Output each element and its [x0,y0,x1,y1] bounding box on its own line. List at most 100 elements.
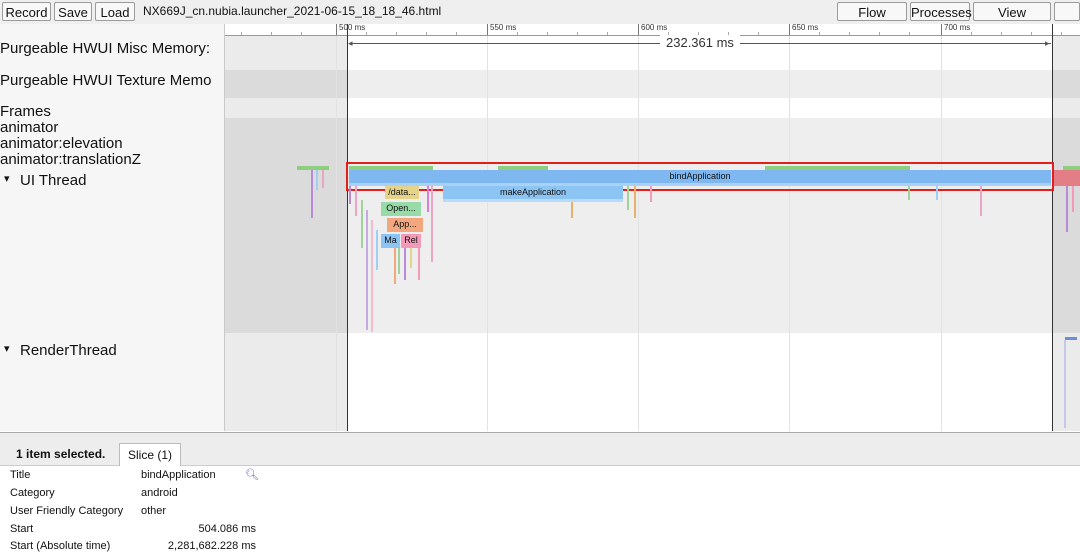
ruler-minor-tick [456,32,457,35]
slice-open[interactable]: Open... [381,202,421,216]
ruler-tick-label: 500 ms [339,23,366,32]
ruler-minor-tick [1031,32,1032,35]
search-icon[interactable]: 🔍︎ [245,468,259,481]
slice-sliver[interactable] [404,248,406,280]
grid-line [638,36,639,431]
slice-sliver[interactable] [650,186,652,202]
detail-key-title: Title [10,469,31,481]
slice-sliver[interactable] [627,186,629,210]
tab-slice[interactable]: Slice (1) [119,443,181,466]
ruler-minor-tick [426,32,427,35]
slice-app[interactable]: App... [387,218,423,232]
slice-sliver[interactable] [311,170,313,218]
slice-sliver[interactable] [936,186,938,200]
ruler-minor-tick [971,32,972,35]
view-options-button[interactable]: View Options [973,2,1051,39]
slice-sliver[interactable] [410,248,412,268]
detail-value-title: bindApplication [141,469,216,481]
slice-sliver[interactable] [371,220,373,332]
flow-events-button[interactable]: Flow events [837,2,907,39]
detail-value-start-absolute: 2,281,682.228 ms [167,540,256,552]
slice-make-application-shadow [443,199,623,202]
slice-sliver[interactable] [398,248,400,274]
ruler-minor-tick [577,32,578,35]
slice-sliver[interactable] [376,230,378,270]
slice-ma[interactable]: Ma [381,234,400,248]
ui-thread-expand-icon[interactable]: ▾ [4,172,10,185]
ruler-minor-tick [879,32,880,35]
slice-sliver[interactable] [322,170,324,188]
selection-end-line[interactable] [1052,24,1053,431]
ruler-tick [789,24,790,35]
grid-line [336,36,337,431]
slice-sliver[interactable] [355,186,357,216]
slice-sliver[interactable] [1072,186,1074,212]
renderthread-slice[interactable] [1065,337,1077,340]
duration-arrow-left-icon: ◂ [348,38,353,48]
ruler-minor-tick [366,32,367,35]
ruler-minor-tick [517,32,518,35]
track-texture-memory [225,70,1080,98]
track-renderthread [225,333,1080,431]
unselected-shade-right [1053,36,1080,431]
detail-key-user-friendly-category: User Friendly Category [10,505,124,517]
slice-sliver[interactable] [349,186,351,204]
ruler-tick-label: 550 ms [490,23,517,32]
slice-sliver[interactable] [980,186,982,216]
renderthread-expand-icon[interactable]: ▾ [4,342,10,355]
slice-sliver[interactable] [394,248,396,284]
detail-key-category: Category [10,487,55,499]
slice-sliver[interactable] [571,202,573,218]
record-button[interactable]: Record [2,2,51,21]
detail-key-start-absolute: Start (Absolute time) [10,540,111,552]
track-label-frames: Frames [0,103,51,120]
slice-strip[interactable] [297,166,329,170]
time-ruler[interactable]: 500 ms 550 ms 600 ms 650 ms 700 ms [225,23,1080,36]
selection-duration-label: 232.361 ms [660,35,740,50]
track-label-animator-elevation: animator:elevation [0,135,123,152]
slice-data[interactable]: /data... [385,186,419,199]
ruler-minor-tick [607,32,608,35]
toolbar-extra-button[interactable] [1054,2,1080,21]
track-frames [225,98,1080,118]
slice-sliver[interactable] [366,210,368,330]
ruler-minor-tick [301,32,302,35]
toolbar: Record Save Load NX669J_cn.nubia.launche… [0,0,1080,39]
slice-next[interactable] [1053,170,1080,186]
grid-line [487,36,488,431]
detail-value-user-friendly-category: other [141,505,167,517]
slice-sliver[interactable] [361,200,363,248]
track-ui-thread [225,118,1080,333]
track-labels: Purgeable HWUI Misc Memory: Purgeable HW… [0,24,225,431]
selection-start-line[interactable] [347,24,348,431]
slice-sliver[interactable] [418,248,420,280]
processes-button[interactable]: Processes [910,2,972,21]
detail-value-category: android [141,487,178,499]
save-button[interactable]: Save [54,2,92,21]
ruler-tick-label: 650 ms [792,23,819,32]
track-label-renderthread[interactable]: RenderThread [20,342,117,359]
ruler-minor-tick [241,32,242,35]
slice-sliver[interactable] [1066,186,1068,232]
slice-sliver[interactable] [316,170,318,190]
track-label-texture-memory: Purgeable HWUI Texture Memo [0,72,212,89]
slice-make-application[interactable]: makeApplication [443,186,623,199]
renderthread-sliver[interactable] [1064,340,1066,428]
ruler-minor-tick [1061,32,1062,35]
slice-sliver[interactable] [427,186,429,212]
slice-sliver[interactable] [431,186,433,262]
grid-line [789,36,790,431]
unselected-shade-left [225,36,348,431]
ruler-minor-tick [758,32,759,35]
track-label-ui-thread[interactable]: UI Thread [20,172,86,189]
slice-rel[interactable]: Rel [401,234,421,248]
selection-count: 1 item selected. [16,447,106,461]
slice-sliver[interactable] [634,186,636,218]
ruler-tick [487,24,488,35]
track-label-misc-memory: Purgeable HWUI Misc Memory: [0,40,211,57]
slice-sliver[interactable] [908,186,910,200]
ruler-tick-label: 600 ms [641,23,668,32]
ruler-tick [941,24,942,35]
load-button[interactable]: Load [95,2,135,21]
ruler-minor-tick [396,32,397,35]
